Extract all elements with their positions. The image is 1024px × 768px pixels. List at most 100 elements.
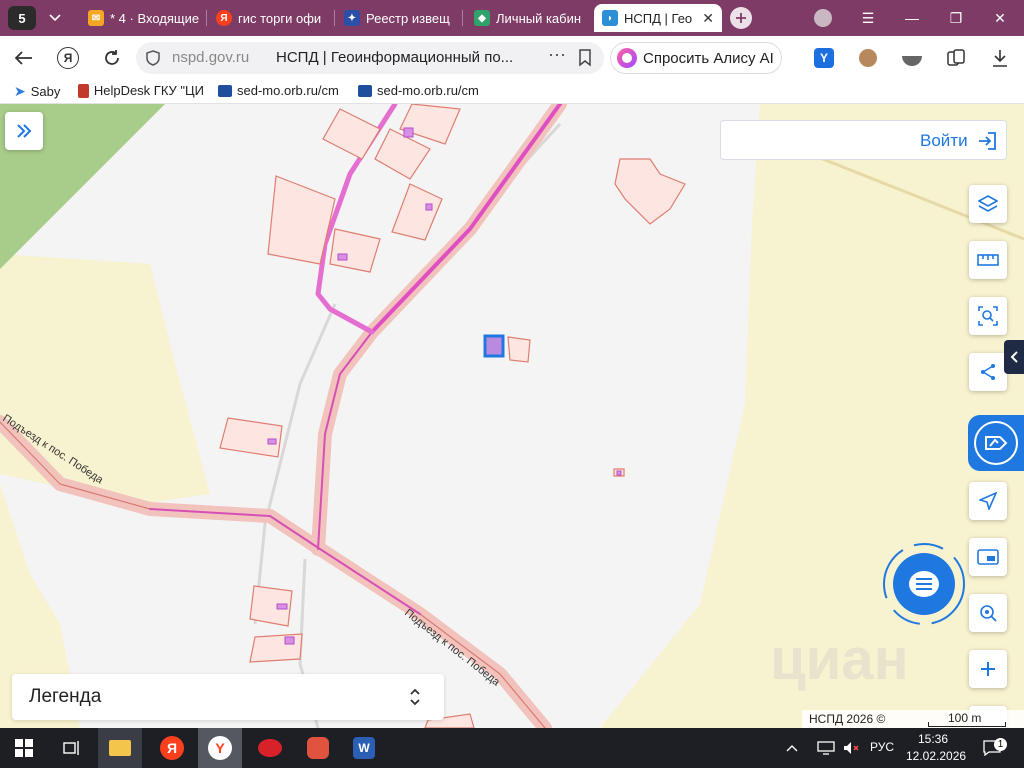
- office-app-icon[interactable]: [296, 728, 340, 768]
- tab-label: НСПД | Гео: [624, 10, 693, 26]
- close-window-icon[interactable]: ✕: [978, 0, 1022, 36]
- expand-chevrons-icon[interactable]: [410, 687, 420, 712]
- url-field[interactable]: nspd.gov.ru НСПД | Геоинформационный по.…: [136, 42, 604, 74]
- login-label: Войти: [920, 131, 968, 150]
- profile-avatar-icon[interactable]: [814, 9, 832, 27]
- bookmark-saby[interactable]: ➤ Saby: [14, 83, 60, 100]
- task-view-icon[interactable]: [50, 728, 94, 768]
- windows-start-icon[interactable]: [2, 728, 46, 768]
- tab-reestr[interactable]: ✦ Реестр извещ: [336, 4, 460, 32]
- tab-label: гис торги офи: [238, 10, 322, 26]
- share-button[interactable]: [969, 353, 1007, 391]
- layers-button[interactable]: [969, 185, 1007, 223]
- bookmark-icon[interactable]: [578, 49, 592, 72]
- bookmarks-bar: ➤ Saby HelpDesk ГКУ "ЦИ sed-mo.orb.ru/cm…: [0, 80, 1024, 104]
- alisa-label: Спросить Алису AI: [643, 49, 774, 67]
- sed-icon: [358, 84, 372, 97]
- volume-muted-icon[interactable]: [840, 728, 864, 768]
- map-layer[interactable]: Подъезд к пос. Победа Подъезд к пос. Поб…: [0, 104, 1024, 728]
- menu-icon[interactable]: ☰: [846, 0, 890, 36]
- chat-button[interactable]: [882, 542, 966, 626]
- tab-label: Реестр извещ: [366, 10, 450, 26]
- minimize-icon[interactable]: —: [890, 0, 934, 36]
- chat-icon: [909, 571, 939, 597]
- watermark-text: циан: [770, 627, 909, 692]
- collections-icon[interactable]: [940, 42, 972, 74]
- emblem-icon: ✦: [344, 10, 360, 26]
- scale-bar: [928, 722, 1006, 727]
- mail-icon: ✉: [88, 10, 104, 26]
- location-search-button[interactable]: [969, 594, 1007, 632]
- services-icon: [985, 436, 1008, 450]
- close-tab-icon[interactable]: ✕: [702, 10, 714, 27]
- map-canvas[interactable]: Подъезд к пос. Победа Подъезд к пос. Поб…: [0, 104, 1024, 728]
- bookmark-sed-mo-2[interactable]: sed-mo.orb.ru/cm: [358, 83, 484, 98]
- file-explorer-icon[interactable]: [98, 728, 142, 768]
- tab-counter-button[interactable]: 5: [8, 6, 36, 30]
- download-icon[interactable]: [984, 42, 1016, 74]
- navigation-button[interactable]: [969, 482, 1007, 520]
- bookmark-helpdesk[interactable]: HelpDesk ГКУ "ЦИ: [78, 83, 204, 98]
- services-button[interactable]: [968, 415, 1024, 471]
- ruler-button[interactable]: [969, 241, 1007, 279]
- yandex-logo-icon[interactable]: Я: [52, 42, 84, 74]
- nspd-icon: ◗: [602, 10, 618, 26]
- rosreestr-icon: ◆: [474, 10, 490, 26]
- print-frame-button[interactable]: [969, 538, 1007, 576]
- notification-icon[interactable]: 1: [970, 728, 1014, 768]
- yandex-app-icon[interactable]: Я: [150, 728, 194, 768]
- red-app-icon[interactable]: [248, 728, 292, 768]
- extension-shield-icon[interactable]: Y: [808, 42, 840, 74]
- tab-mail[interactable]: ✉ * 4 · Входящие: [80, 4, 204, 32]
- bookmark-label: sed-mo.orb.ru/cm: [377, 83, 479, 98]
- tray-chevron-icon[interactable]: [780, 728, 804, 768]
- crest-icon: [78, 83, 89, 98]
- legend-label: Легенда: [29, 686, 102, 707]
- browser-tab-bar: 5 ✉ * 4 · Входящие Я гис торги офи ✦ Рее…: [0, 0, 1024, 36]
- alisa-icon: [617, 48, 637, 68]
- yandex-icon: Я: [216, 10, 232, 26]
- address-bar: Я nspd.gov.ru НСПД | Геоинформационный п…: [0, 36, 1024, 80]
- saby-icon: ➤: [14, 83, 26, 99]
- legend-panel[interactable]: Легенда: [12, 674, 444, 720]
- yellow-zone-left: [0, 254, 210, 504]
- bookmark-sed-mo-1[interactable]: sed-mo.orb.ru/cm: [218, 83, 344, 98]
- tab-nspd[interactable]: ◗ НСПД | Гео ✕: [594, 4, 722, 32]
- attribution-bar: НСПД 2026 © 100 m: [802, 710, 1024, 728]
- area-search-button[interactable]: [969, 297, 1007, 335]
- tab-label: Личный кабин: [496, 10, 582, 26]
- ask-alisa-button[interactable]: Спросить Алису AI: [610, 42, 782, 74]
- language-indicator[interactable]: РУС: [870, 740, 894, 754]
- expand-panel-button[interactable]: [5, 112, 43, 150]
- collapse-right-panel-button[interactable]: [1004, 340, 1024, 374]
- shield-icon[interactable]: [146, 50, 160, 71]
- clock-date[interactable]: 12.02.2026: [906, 749, 966, 763]
- tab-label: * 4 · Входящие: [110, 10, 200, 26]
- network-icon[interactable]: [814, 728, 838, 768]
- page-title: НСПД | Геоинформационный по...: [276, 49, 514, 66]
- bookmark-label: sed-mo.orb.ru/cm: [237, 83, 339, 98]
- windows-taskbar: Я Y W РУС 15:36 12.02.2026 1: [0, 728, 1024, 768]
- more-icon[interactable]: ⋯: [548, 45, 567, 66]
- notification-count: 1: [994, 738, 1007, 751]
- extension-avatar-icon[interactable]: [852, 42, 884, 74]
- back-arrow-icon[interactable]: [8, 42, 40, 74]
- extension-gray-icon[interactable]: [896, 42, 928, 74]
- copyright-text: НСПД 2026 ©: [809, 712, 886, 726]
- zoom-in-button[interactable]: [969, 650, 1007, 688]
- login-button[interactable]: Войти: [720, 120, 1007, 160]
- login-icon: [977, 131, 997, 156]
- tab-lichny-kabinet[interactable]: ◆ Личный кабин: [466, 4, 590, 32]
- reload-icon[interactable]: [96, 42, 128, 74]
- new-tab-button[interactable]: [730, 7, 752, 29]
- bookmark-label: HelpDesk ГКУ "ЦИ: [93, 83, 204, 98]
- url-domain: nspd.gov.ru: [172, 49, 250, 66]
- bookmark-label: Saby: [30, 84, 61, 99]
- clock-time[interactable]: 15:36: [918, 732, 948, 746]
- tab-gis-torgi[interactable]: Я гис торги офи: [208, 4, 332, 32]
- sed-icon: [218, 84, 232, 97]
- restore-icon[interactable]: ❐: [934, 0, 978, 36]
- yandex-browser-icon[interactable]: Y: [198, 728, 242, 768]
- word-icon[interactable]: W: [342, 728, 386, 768]
- tab-list-chevron-icon[interactable]: [42, 6, 68, 30]
